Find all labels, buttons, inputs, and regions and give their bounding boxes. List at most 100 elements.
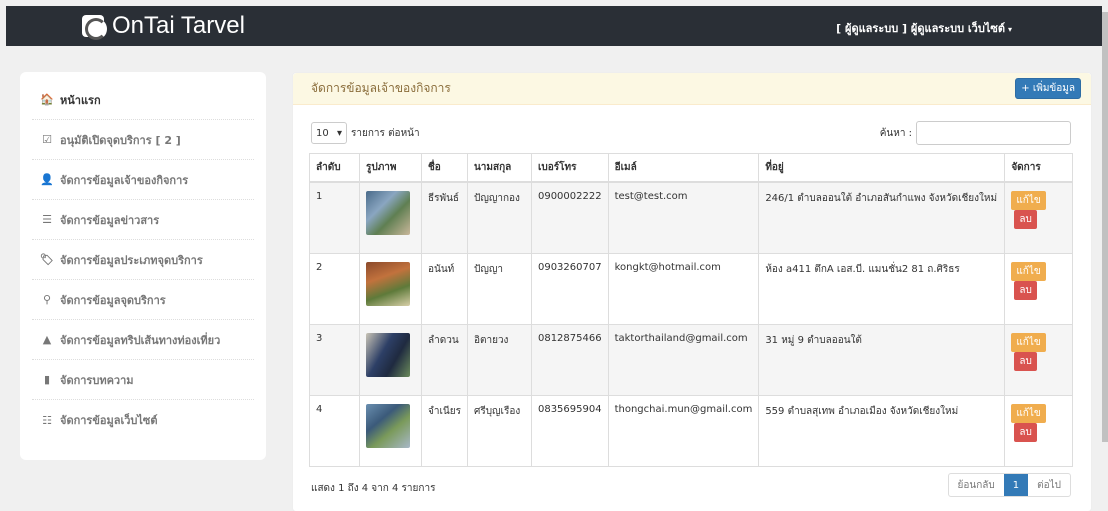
top-navbar: OnTai Tarvel [ ผู้ดูแลระบบ ] ผู้ดูแลระบบ… (6, 6, 1102, 46)
sidebar-item-label: อนุมัติเปิดจุดบริการ [ 2 ] (60, 133, 181, 147)
sidebar-item-articles[interactable]: ▮ จัดการบทความ (32, 360, 254, 400)
sidebar-item-label: จัดการบทความ (60, 373, 134, 387)
brand[interactable]: OnTai Tarvel (82, 12, 245, 40)
search-input[interactable] (916, 121, 1071, 145)
cell-address: 31 หมู่ 9 ตำบลออนใต้ (758, 323, 1006, 396)
add-button[interactable]: + เพิ่มข้อมูล (1015, 78, 1081, 99)
sidebar-item-label: หน้าแรก (60, 93, 101, 107)
edit-button[interactable]: แก้ไข (1011, 332, 1046, 352)
search: ค้นหา : (880, 121, 1071, 145)
cell-actions: แก้ไขลบ (1004, 181, 1073, 254)
cell-image (359, 394, 422, 467)
check-square-icon: ☑ (42, 133, 52, 146)
cell-no: 2 (309, 252, 360, 325)
road-icon: ▲ (42, 333, 52, 346)
cell-no: 1 (309, 181, 360, 254)
page-1-button[interactable]: 1 (1003, 474, 1029, 496)
owner-photo (366, 191, 410, 235)
table-info: แสดง 1 ถึง 4 จาก 4 รายการ (311, 483, 436, 494)
table-header-row: ลำดับ รูปภาพ ชื่อ นามสกุล เบอร์โทร อีเมล… (309, 153, 1073, 183)
cell-actions: แก้ไขลบ (1004, 394, 1073, 467)
owner-photo (366, 332, 410, 377)
cell-phone: 0835695904 (530, 394, 609, 467)
sidebar-item-owners[interactable]: 👤 จัดการข้อมูลเจ้าของกิจการ (32, 160, 254, 200)
table-row: 4 จำเนียร ศรีบุญเรือง 0835695904 thongch… (309, 394, 1073, 467)
owners-panel: จัดการข้อมูลเจ้าของกิจการ + เพิ่มข้อมูล … (292, 72, 1092, 511)
sidebar-item-label: จัดการข้อมูลข่าวสาร (60, 213, 160, 227)
panel-heading: จัดการข้อมูลเจ้าของกิจการ + เพิ่มข้อมูล (293, 73, 1091, 105)
list-icon: ☰ (42, 213, 52, 226)
sidebar-item-approve[interactable]: ☑ อนุมัติเปิดจุดบริการ [ 2 ] (32, 120, 254, 160)
owner-photo (366, 261, 410, 306)
col-header-last-name[interactable]: นามสกุล (466, 153, 532, 183)
delete-button[interactable]: ลบ (1014, 210, 1037, 229)
home-icon: 🏠 (40, 93, 54, 106)
cell-phone: 0812875466 (530, 323, 609, 396)
delete-button[interactable]: ลบ (1014, 280, 1037, 300)
edit-button[interactable]: แก้ไข (1011, 261, 1046, 281)
edit-button[interactable]: แก้ไข (1011, 191, 1046, 210)
cell-last-name: ศรีบุญเรือง (466, 394, 532, 467)
col-header-actions[interactable]: จัดการ (1004, 153, 1073, 183)
sidebar-item-label: จัดการข้อมูลเว็บไซต์ (60, 414, 158, 427)
cell-actions: แก้ไขลบ (1004, 252, 1073, 325)
cell-last-name: ปัญญากอง (466, 181, 532, 254)
owners-table: ลำดับ รูปภาพ ชื่อ นามสกุล เบอร์โทร อีเมล… (309, 153, 1073, 467)
page-title: จัดการข้อมูลเจ้าของกิจการ (311, 81, 451, 95)
sidebar-item-home[interactable]: 🏠 หน้าแรก (32, 80, 254, 120)
page-scrollbar[interactable] (1102, 0, 1108, 511)
delete-button[interactable]: ลบ (1014, 351, 1037, 371)
table-row: 2 อนันท์ ปัญญา 0903260707 kongkt@hotmail… (309, 252, 1073, 325)
cell-no: 3 (309, 323, 360, 396)
sidebar-item-news[interactable]: ☰ จัดการข้อมูลข่าวสาร (32, 200, 254, 240)
cell-first-name: ลำดวน (421, 323, 468, 396)
map-marker-icon: ⚲ (42, 293, 52, 306)
table-row: 1 ธีรพันธ์ ปัญญากอง 0900002222 test@test… (309, 181, 1073, 254)
prev-page-button[interactable]: ย้อนกลับ (949, 474, 1004, 496)
col-header-first-name[interactable]: ชื่อ (421, 153, 468, 183)
sidebar-item-label: จัดการข้อมูลจุดบริการ (60, 293, 166, 307)
cell-last-name: อิตายวง (466, 323, 532, 396)
sidebar-item-label: จัดการข้อมูลประเภทจุดบริการ (60, 253, 203, 267)
cell-first-name: ธีรพันธ์ (421, 181, 468, 254)
cell-actions: แก้ไขลบ (1004, 323, 1073, 396)
search-label: ค้นหา : (879, 127, 912, 139)
brand-name: OnTai Tarvel (112, 12, 245, 39)
col-header-image[interactable]: รูปภาพ (359, 153, 422, 183)
pagination: ย้อนกลับ 1 ต่อไป (947, 473, 1071, 497)
sidebar-item-service-points[interactable]: ⚲ จัดการข้อมูลจุดบริการ (32, 280, 254, 320)
col-header-email[interactable]: อีเมล์ (607, 153, 760, 183)
page-length-select[interactable]: 10 ▾ (311, 122, 347, 144)
cell-image (359, 252, 422, 325)
cell-first-name: จำเนียร (421, 394, 468, 467)
sidebar-item-service-types[interactable]: 🏷 จัดการข้อมูลประเภทจุดบริการ (32, 240, 254, 280)
caret-down-icon: ▾ (1007, 25, 1012, 34)
chevron-down-icon: ▾ (336, 127, 342, 139)
col-header-phone[interactable]: เบอร์โทร (530, 153, 609, 183)
delete-button[interactable]: ลบ (1014, 422, 1037, 442)
user-menu[interactable]: [ ผู้ดูแลระบบ ] ผู้ดูแลระบบ เว็บไซต์ ▾ (836, 19, 1012, 37)
cell-address: 559 ตำบลสุเทพ อำเภอเมือง จังหวัดเชียงใหม… (758, 394, 1006, 467)
cell-address: 246/1 ตำบลออนใต้ อำเภอสันกำแพง จังหวัดเช… (758, 181, 1006, 254)
scrollbar-thumb[interactable] (1102, 12, 1108, 442)
cell-last-name: ปัญญา (466, 252, 532, 325)
edit-button[interactable]: แก้ไข (1011, 403, 1046, 423)
sidebar-item-website[interactable]: ☷ จัดการข้อมูลเว็บไซต์ (32, 400, 254, 440)
next-page-button[interactable]: ต่อไป (1028, 474, 1070, 496)
table-row: 3 ลำดวน อิตายวง 0812875466 taktorthailan… (309, 323, 1073, 396)
sidebar-item-label: จัดการข้อมูลเจ้าของกิจการ (60, 173, 189, 187)
th-list-icon: ☷ (42, 413, 52, 427)
sidebar-item-trips[interactable]: ▲ จัดการข้อมูลทริปเส้นทางท่องเที่ยว (32, 320, 254, 360)
brand-logo-icon (82, 15, 107, 40)
book-icon: ▮ (43, 373, 51, 386)
col-header-no[interactable]: ลำดับ (309, 153, 360, 183)
cell-email: taktorthailand@gmail.com (607, 323, 760, 396)
col-header-address[interactable]: ที่อยู่ (758, 153, 1006, 183)
table-controls: 10 ▾ รายการ ต่อหน้า ค้นหา : (311, 121, 1071, 145)
page-length: 10 ▾ รายการ ต่อหน้า (311, 122, 420, 144)
cell-no: 4 (309, 394, 360, 467)
sidebar-item-label: จัดการข้อมูลทริปเส้นทางท่องเที่ยว (60, 333, 221, 347)
cell-email: kongkt@hotmail.com (607, 252, 760, 325)
cell-phone: 0900002222 (530, 181, 609, 254)
owner-photo (366, 403, 410, 448)
